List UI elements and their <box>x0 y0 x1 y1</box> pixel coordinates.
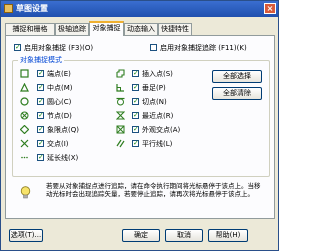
intersection-checkbox[interactable]: ✓ <box>37 140 44 147</box>
center-checkbox[interactable]: ✓ <box>37 98 44 105</box>
perpendicular-icon <box>116 84 124 92</box>
insert-icon <box>116 69 125 78</box>
parallel-icon <box>116 139 125 148</box>
app-icon <box>4 4 13 13</box>
dialog-footer: 选项(T)... 确定 取消 帮助(H) <box>1 225 278 251</box>
tangent-icon <box>116 97 125 106</box>
info-text: 若要从对象捕捉点进行追踪，请在命令执行期间将光标悬停于该点上。当移动光标时会出现… <box>46 182 261 198</box>
extension-dots-icon <box>21 156 28 159</box>
cancel-button[interactable]: 取消 <box>165 229 203 242</box>
quadrant-checkbox[interactable]: ✓ <box>37 126 44 133</box>
options-button[interactable]: 选项(T)... <box>9 229 43 242</box>
x-intersection-icon <box>20 139 29 148</box>
endpoint-checkbox[interactable]: ✓ <box>37 70 44 77</box>
midpoint-label[interactable]: 中点(M) <box>47 84 73 92</box>
apparent-intersection-icon <box>116 125 125 134</box>
tab-object-snap[interactable]: 对象捕捉 <box>89 21 124 36</box>
enable-osnap-label[interactable]: 启用对象捕捉 (F3)(O) <box>24 44 93 52</box>
nearest-checkbox[interactable]: ✓ <box>132 112 139 119</box>
enable-osnap-checkbox[interactable]: ✓ <box>14 44 21 51</box>
node-checkbox[interactable]: ✓ <box>37 112 44 119</box>
nearest-label[interactable]: 最近点(R) <box>142 112 173 120</box>
lightbulb-icon <box>20 186 31 199</box>
clear-all-button[interactable]: 全部清除 <box>212 87 262 100</box>
node-icon <box>20 111 29 120</box>
extension-label[interactable]: 延长线(X) <box>47 154 78 162</box>
square-endpoint-icon <box>20 69 29 78</box>
midpoint-checkbox[interactable]: ✓ <box>37 84 44 91</box>
parallel-checkbox[interactable]: ✓ <box>132 140 139 147</box>
tangent-label[interactable]: 切点(N) <box>142 98 167 106</box>
center-label[interactable]: 圆心(C) <box>47 98 71 106</box>
window-title: 草图设置 <box>16 4 48 13</box>
quadrant-label[interactable]: 象限点(Q) <box>47 126 79 134</box>
intersection-label[interactable]: 交点(I) <box>47 140 69 148</box>
tab-dynamic-input[interactable]: 动态输入 <box>124 23 158 35</box>
tab-quick-properties[interactable]: 快捷特性 <box>158 23 192 35</box>
help-button[interactable]: 帮助(H) <box>208 229 248 242</box>
info-note: 若要从对象捕捉点进行追踪，请在命令执行期间将光标悬停于该点上。当移动光标时会出现… <box>20 182 268 214</box>
close-button[interactable]: × <box>264 3 276 14</box>
object-snap-panel: ✓ 启用对象捕捉 (F3)(O) 启用对象捕捉追踪 (F11)(K) 对象捕捉模… <box>5 35 275 219</box>
diamond-quadrant-icon <box>20 125 29 134</box>
insert-label[interactable]: 插入点(S) <box>142 70 173 78</box>
enable-tracking-label[interactable]: 启用对象捕捉追踪 (F11)(K) <box>160 44 247 52</box>
tab-polar-tracking[interactable]: 极轴追踪 <box>55 23 89 35</box>
enable-tracking-checkbox[interactable] <box>150 44 157 51</box>
apparent-intersection-label[interactable]: 外观交点(A) <box>142 126 180 134</box>
parallel-label[interactable]: 平行线(L) <box>142 140 172 148</box>
circle-center-icon <box>20 97 29 106</box>
insert-checkbox[interactable]: ✓ <box>132 70 139 77</box>
endpoint-label[interactable]: 端点(E) <box>47 70 71 78</box>
perpendicular-checkbox[interactable]: ✓ <box>132 84 139 91</box>
ok-button[interactable]: 确定 <box>122 229 160 242</box>
node-label[interactable]: 节点(D) <box>47 112 72 120</box>
nearest-icon <box>116 111 125 120</box>
select-all-button[interactable]: 全部选择 <box>212 70 262 83</box>
group-title: 对象捕捉模式 <box>18 56 64 64</box>
drafting-settings-dialog: 草图设置 × 捕捉和栅格 极轴追踪 对象捕捉 动态输入 快捷特性 ✓ 启用对象捕… <box>0 0 279 251</box>
tangent-checkbox[interactable]: ✓ <box>132 98 139 105</box>
triangle-midpoint-icon <box>20 83 29 92</box>
apparent-intersection-checkbox[interactable]: ✓ <box>132 126 139 133</box>
title-bar[interactable]: 草图设置 × <box>1 1 278 17</box>
tab-snap-grid[interactable]: 捕捉和栅格 <box>5 23 55 35</box>
perpendicular-label[interactable]: 垂足(P) <box>142 84 166 92</box>
extension-checkbox[interactable]: ✓ <box>37 154 44 161</box>
